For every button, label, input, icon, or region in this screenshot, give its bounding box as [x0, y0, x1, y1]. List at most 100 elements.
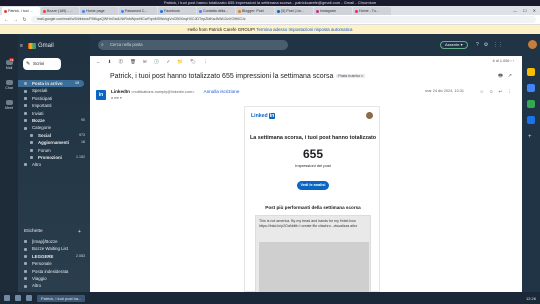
- rail-chat[interactable]: Chat: [0, 80, 18, 90]
- sidebar-item-snoozed[interactable]: Posticipati: [18, 95, 90, 102]
- tag-icon: [30, 156, 33, 160]
- open-new-window-icon[interactable]: ↗: [508, 73, 512, 81]
- forward-button[interactable]: →: [13, 17, 18, 23]
- tab-home[interactable]: Home - Tu...: [353, 7, 391, 15]
- reload-button[interactable]: ↻: [22, 17, 27, 23]
- taskbar-window-button[interactable]: Patrick, i tuoi post ha...: [37, 294, 86, 302]
- apps-grid-icon[interactable]: ⋮⋮: [493, 42, 503, 48]
- tab-gmail-drafts[interactable]: Bozze (189) - ...: [41, 7, 79, 15]
- add-label-button[interactable]: +: [78, 229, 81, 235]
- sidebar-item-drafts[interactable]: Bozze 90: [18, 117, 90, 124]
- recipient-dropdown[interactable]: a me ▾: [111, 96, 122, 100]
- message-date: mar 24 dic 2024, 10:31: [425, 89, 464, 93]
- url-input[interactable]: mail.google.com/mail/u/0/#inbox/FMfcgzQW…: [31, 16, 536, 23]
- sidebar-item-updates[interactable]: Aggiornamenti 18: [18, 139, 90, 146]
- label-leggere[interactable]: LEGGERE 2.083: [18, 253, 90, 260]
- help-icon[interactable]: ?: [476, 42, 479, 48]
- gear-icon[interactable]: ⚙: [484, 42, 488, 48]
- maximize-button[interactable]: ☐: [523, 7, 527, 15]
- label-icon: [24, 254, 27, 258]
- important-icon: [24, 104, 27, 108]
- address-bar: ← → ↻ mail.google.com/mail/u/0/#inbox/FM…: [0, 15, 540, 25]
- tab-home-page[interactable]: Home page: [80, 7, 118, 15]
- view-analytics-button[interactable]: Vedi le analisi: [297, 181, 329, 190]
- sidebar-item-more[interactable]: Altro: [18, 161, 90, 168]
- tab-password[interactable]: Password C...: [119, 7, 157, 15]
- status-dropdown[interactable]: Assente ▾: [440, 41, 468, 49]
- tab-linkedin[interactable]: (5) Post | Lin...: [275, 7, 313, 15]
- sidebar-item-inbox[interactable]: Posta in arrivo 19: [18, 80, 84, 88]
- calendar-icon[interactable]: [527, 68, 535, 76]
- email-headline: La settimana scorsa, i tuoi post hanno t…: [249, 135, 377, 141]
- reply-icon[interactable]: ↩: [499, 89, 503, 95]
- label-viaggio[interactable]: Viaggio: [18, 275, 90, 282]
- label-personale[interactable]: Personale: [18, 260, 90, 267]
- rail-mail[interactable]: 19 Mail: [0, 58, 18, 70]
- rail-meet[interactable]: Meet: [0, 100, 18, 110]
- label-more[interactable]: Altro: [18, 282, 90, 289]
- add-addon-icon[interactable]: +: [528, 134, 532, 140]
- profile-avatar: [366, 112, 373, 119]
- contacts-icon[interactable]: [527, 116, 535, 124]
- tab-contact[interactable]: Contatta della...: [197, 7, 235, 15]
- sidebar-item-social[interactable]: Social 973: [18, 132, 90, 139]
- more-icon[interactable]: ⋮: [203, 59, 208, 65]
- file-manager-icon[interactable]: [15, 295, 21, 301]
- email-body: Linked in La settimana scorsa, i tuoi pos…: [244, 106, 380, 294]
- move-to-icon[interactable]: 📁: [177, 59, 183, 65]
- menu-icon[interactable]: ≡: [20, 43, 23, 49]
- autoreply-settings-link[interactable]: Impostazioni risposta automatica: [289, 27, 353, 32]
- post-text: This is not america. By my head and hand…: [259, 219, 358, 228]
- minimize-button[interactable]: —: [513, 7, 517, 15]
- delete-icon[interactable]: 🗑: [130, 59, 136, 65]
- header-icons: ? ⚙ ⋮⋮: [476, 42, 503, 48]
- top-post-card[interactable]: This is not america. By my head and hand…: [255, 215, 371, 294]
- sidebar-item-sent[interactable]: Inviati: [18, 110, 90, 117]
- snooze-icon[interactable]: 🕓: [154, 59, 160, 65]
- compose-button[interactable]: Scrivi: [23, 58, 61, 70]
- search-input[interactable]: Cerca nella posta: [98, 40, 288, 50]
- close-button[interactable]: ✕: [533, 7, 536, 15]
- more-icon[interactable]: ⋮: [507, 89, 512, 95]
- print-icon[interactable]: 🖶: [498, 73, 503, 81]
- back-button[interactable]: ←: [4, 17, 9, 23]
- keep-icon[interactable]: [527, 84, 535, 92]
- label-icon[interactable]: 🏷: [190, 59, 196, 65]
- label-waiting-list[interactable]: Bozze Waiting List: [18, 245, 90, 252]
- end-now-link[interactable]: Termina adesso: [256, 27, 287, 32]
- label-spam[interactable]: Posta indesiderata: [18, 268, 90, 275]
- tab-instagram[interactable]: Instagram: [314, 7, 352, 15]
- sidebar-item-starred[interactable]: Speciali: [18, 87, 90, 94]
- sidebar-item-promotions[interactable]: Promozioni 1.152: [18, 154, 90, 161]
- sidebar-item-important[interactable]: Importanti: [18, 102, 90, 109]
- chat-icon: [5, 80, 13, 85]
- app-rail: 19 Mail Chat Meet: [0, 34, 18, 292]
- sidebar-item-categories[interactable]: Categorie: [18, 124, 90, 131]
- star-icon[interactable]: ☆: [480, 89, 484, 95]
- gmail-logo[interactable]: Gmail: [28, 43, 54, 49]
- label-imap-drafts[interactable]: [Imap]/Bozze: [18, 238, 90, 245]
- tab-facebook[interactable]: Facebook: [158, 7, 196, 15]
- tab-blogger[interactable]: Blogger: Post: [236, 7, 274, 15]
- pagination[interactable]: 6 di 1.006 ‹ ›: [493, 59, 514, 63]
- browser-icon[interactable]: [26, 295, 32, 301]
- tab-gmail-message[interactable]: Patrick, i tuoi ...: [2, 7, 40, 15]
- report-spam-icon[interactable]: ⓵: [118, 59, 123, 65]
- emoji-icon[interactable]: ☺: [489, 89, 494, 95]
- sender-name[interactable]: LinkedIn: [111, 89, 130, 94]
- account-avatar[interactable]: [528, 40, 537, 49]
- start-menu-icon[interactable]: [4, 295, 10, 301]
- back-to-inbox-icon[interactable]: ←: [96, 59, 101, 65]
- sidebar-item-forums[interactable]: Forum: [18, 147, 90, 154]
- mark-unread-icon[interactable]: ✉: [143, 59, 147, 65]
- vacation-banner: Hello from Patrick Carefe GROUP! Termina…: [0, 25, 540, 34]
- inbox-tag[interactable]: Posta in arrivo ×: [336, 74, 365, 79]
- add-task-icon[interactable]: ✓: [167, 59, 171, 65]
- mail-badge: 19: [9, 58, 15, 62]
- message-pane: ← ⬇ ⓵ 🗑 ✉ 🕓 ✓ 📁 🏷 ⋮ 6 di 1.006 ‹ › Patri…: [90, 56, 522, 294]
- label-icon: [24, 247, 27, 251]
- tasks-icon[interactable]: [527, 100, 535, 108]
- unsubscribe-link[interactable]: Annulla iscrizione: [204, 89, 240, 94]
- archive-icon[interactable]: ⬇: [108, 59, 112, 65]
- window-controls: — ☐ ✕: [513, 7, 540, 15]
